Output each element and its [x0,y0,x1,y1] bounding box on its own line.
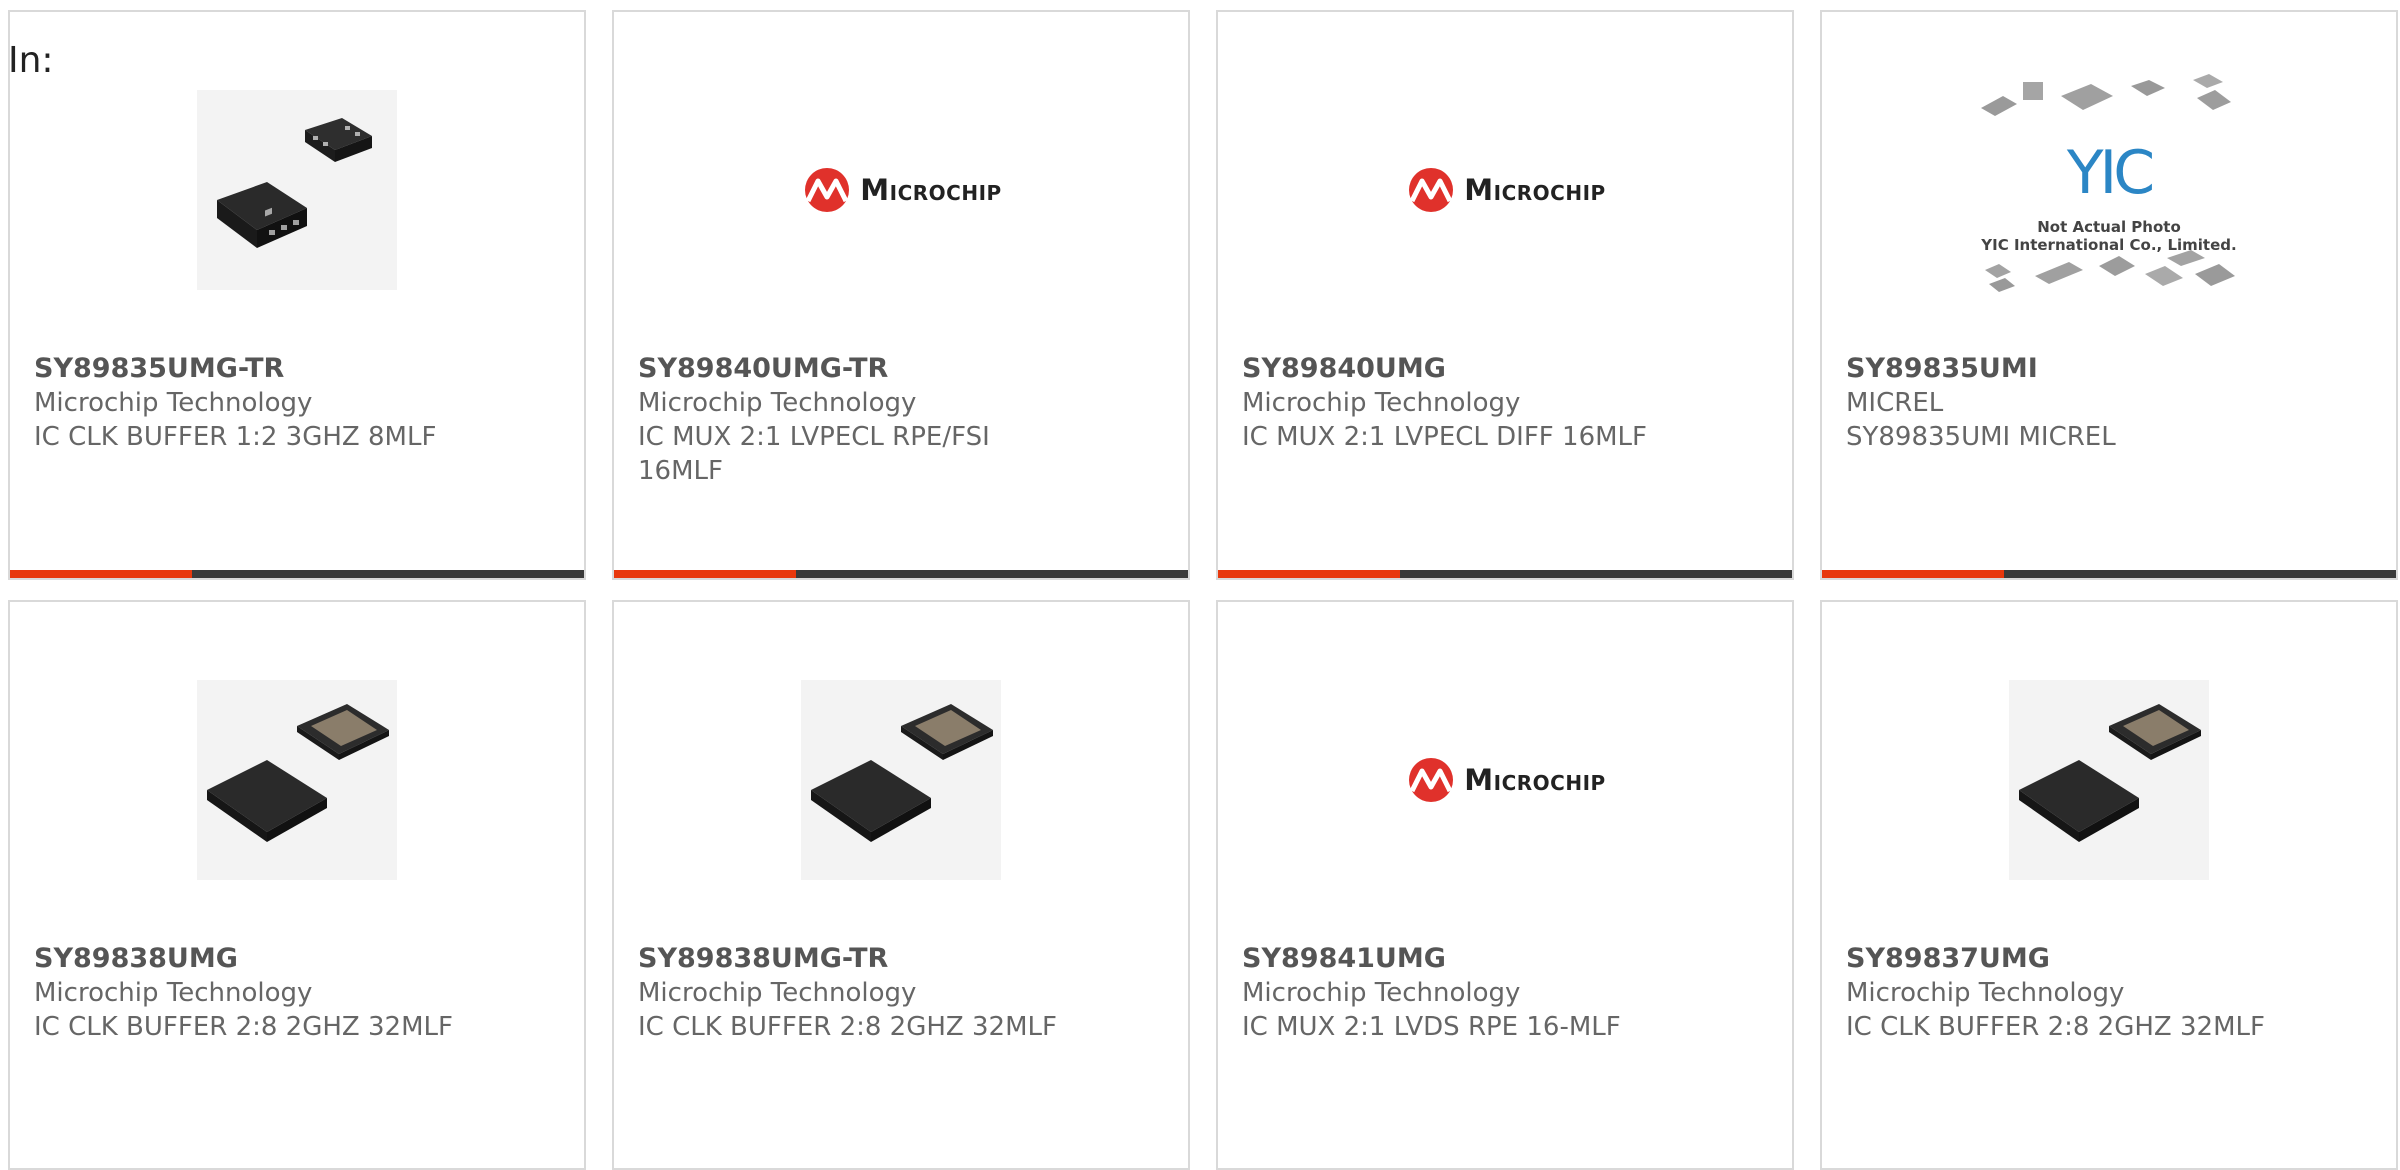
manufacturer: Microchip Technology [34,978,313,1008]
manufacturer: Microchip Technology [638,978,917,1008]
yic-logo-mark: YIC [2066,138,2155,208]
yic-caption-line1: Not Actual Photo [2037,218,2181,236]
in-label: In: [8,40,54,81]
description: IC CLK BUFFER 2:8 2GHZ 32MLF [1846,1012,2265,1042]
microchip-logo-text: Microchip [1464,763,1606,797]
product-grid: SY89835UMG-TR Microchip Technology IC CL… [8,10,2398,1170]
microchip-logo-text: Microchip [860,173,1002,207]
product-info: SY89838UMG-TR Microchip Technology IC CL… [638,942,1164,1044]
card-bar-accent [10,570,192,578]
card-bar [1822,570,2396,578]
product-card[interactable]: SY89835UMG-TR Microchip Technology IC CL… [8,10,586,580]
card-bar [614,570,1188,578]
description: IC CLK BUFFER 1:2 3GHZ 8MLF [34,422,437,452]
card-bar [1218,570,1792,578]
part-number[interactable]: SY89838UMG [34,942,560,976]
card-bar [10,570,584,578]
microchip-logo: Microchip [800,167,1001,213]
product-image[interactable]: Microchip [1218,672,1792,888]
microchip-logo-icon [805,168,850,212]
product-image[interactable] [1822,672,2396,888]
manufacturer: Microchip Technology [1242,978,1521,1008]
product-info: SY89840UMG Microchip Technology IC MUX 2… [1242,352,1768,454]
product-info: SY89837UMG Microchip Technology IC CLK B… [1846,942,2372,1044]
product-info: SY89838UMG Microchip Technology IC CLK B… [34,942,560,1044]
description: IC MUX 2:1 LVPECL RPE/FSI 16MLF [638,422,990,486]
product-info: SY89841UMG Microchip Technology IC MUX 2… [1242,942,1768,1044]
product-image[interactable]: Microchip [1218,82,1792,298]
description: IC MUX 2:1 LVDS RPE 16-MLF [1242,1012,1621,1042]
card-bar-accent [1218,570,1400,578]
product-card[interactable]: SY89838UMG Microchip Technology IC CLK B… [8,600,586,1170]
part-number[interactable]: SY89838UMG-TR [638,942,1164,976]
product-image[interactable] [614,672,1188,888]
part-number[interactable]: SY89841UMG [1242,942,1768,976]
description: IC MUX 2:1 LVPECL DIFF 16MLF [1242,422,1647,452]
microchip-logo-text: Microchip [1464,173,1606,207]
product-image[interactable] [10,82,584,298]
description: SY89835UMI MICREL [1846,422,2116,452]
product-card[interactable]: Microchip SY89840UMG-TR Microchip Techno… [612,10,1190,580]
part-number[interactable]: SY89840UMG [1242,352,1768,386]
manufacturer: Microchip Technology [34,388,313,418]
product-card[interactable]: Microchip SY89841UMG Microchip Technolog… [1216,600,1794,1170]
manufacturer: Microchip Technology [1242,388,1521,418]
product-card[interactable]: Microchip SY89840UMG Microchip Technolog… [1216,10,1794,580]
yic-caption-line2: YIC International Co., Limited. [1981,236,2237,254]
card-bar-accent [1822,570,2004,578]
product-image[interactable] [10,672,584,888]
product-info: SY89835UMG-TR Microchip Technology IC CL… [34,352,560,454]
part-number[interactable]: SY89837UMG [1846,942,2372,976]
product-image[interactable]: Microchip [614,82,1188,298]
product-card[interactable]: SY89838UMG-TR Microchip Technology IC CL… [612,600,1190,1170]
yic-placeholder-image: YIC Not Actual Photo YIC International C… [1969,70,2249,310]
microchip-logo: Microchip [1404,757,1605,803]
part-number[interactable]: SY89840UMG-TR [638,352,1164,386]
chip-32pin-photo [197,680,397,880]
card-bar-accent [614,570,796,578]
product-info: SY89840UMG-TR Microchip Technology IC MU… [638,352,1164,488]
description: IC CLK BUFFER 2:8 2GHZ 32MLF [34,1012,453,1042]
microchip-logo-icon [1409,168,1454,212]
part-number[interactable]: SY89835UMI [1846,352,2372,386]
manufacturer: Microchip Technology [638,388,917,418]
part-number[interactable]: SY89835UMG-TR [34,352,560,386]
product-image[interactable]: YIC Not Actual Photo YIC International C… [1822,74,2396,298]
chip-32pin-photo [801,680,1001,880]
chip-32pin-photo [2009,680,2209,880]
microchip-logo: Microchip [1404,167,1605,213]
chip-8pin-photo [197,90,397,290]
description: IC CLK BUFFER 2:8 2GHZ 32MLF [638,1012,1057,1042]
microchip-logo-icon [1409,758,1454,802]
manufacturer: Microchip Technology [1846,978,2125,1008]
product-card[interactable]: SY89837UMG Microchip Technology IC CLK B… [1820,600,2398,1170]
product-info: SY89835UMI MICREL SY89835UMI MICREL [1846,352,2372,454]
product-card[interactable]: YIC Not Actual Photo YIC International C… [1820,10,2398,580]
manufacturer: MICREL [1846,388,1944,418]
